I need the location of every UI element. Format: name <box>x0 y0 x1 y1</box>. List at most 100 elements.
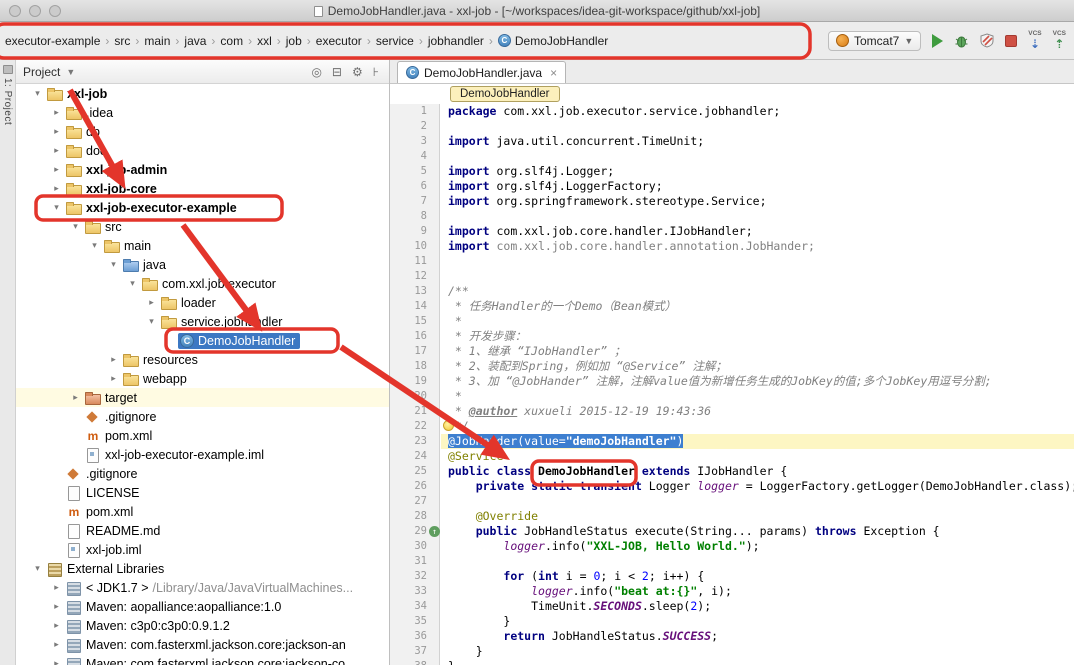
code-line[interactable]: 11 <box>390 254 1074 269</box>
tree-toggle-icon[interactable]: ▸ <box>144 297 159 308</box>
stop-button[interactable] <box>1005 35 1017 47</box>
tree-item[interactable]: LICENSE <box>16 483 389 502</box>
line-number[interactable]: 7 <box>390 194 440 209</box>
tree-toggle-icon[interactable]: ▸ <box>49 183 64 194</box>
line-number[interactable]: 33 <box>390 584 440 599</box>
tree-item[interactable]: ▸Maven: com.fasterxml.jackson.core:jacks… <box>16 654 389 665</box>
breadcrumb-item[interactable]: xxl <box>254 32 275 50</box>
code-line[interactable]: 36 return JobHandleStatus.SUCCESS; <box>390 629 1074 644</box>
tree-item[interactable]: CDemoJobHandler <box>16 331 389 350</box>
tree-item[interactable]: ▾main <box>16 236 389 255</box>
line-number[interactable]: 36 <box>390 629 440 644</box>
code-line[interactable]: 14 * 任务Handler的一个Demo（Bean模式） <box>390 299 1074 314</box>
line-number[interactable]: 21 <box>390 404 440 419</box>
tree-item[interactable]: ▸Maven: com.fasterxml.jackson.core:jacks… <box>16 635 389 654</box>
tree-item[interactable]: .gitignore <box>16 407 389 426</box>
override-gutter-icon[interactable]: ↑ <box>429 526 440 537</box>
tree-toggle-icon[interactable]: ▸ <box>49 107 64 118</box>
tree-item[interactable]: xxl-job-executor-example.iml <box>16 445 389 464</box>
collapse-all-icon[interactable]: ⊟ <box>329 65 345 79</box>
breadcrumb-item[interactable]: src <box>111 32 133 50</box>
line-number[interactable]: 29↑ <box>390 524 440 539</box>
tree-toggle-icon[interactable]: ▸ <box>49 601 64 612</box>
tree-item[interactable]: README.md <box>16 521 389 540</box>
code-line[interactable]: 7import org.springframework.stereotype.S… <box>390 194 1074 209</box>
tree-item[interactable]: ▾src <box>16 217 389 236</box>
line-number[interactable]: 19 <box>390 374 440 389</box>
code-line[interactable]: 23@JobHander(value="demoJobHandler") <box>390 434 1074 449</box>
locate-icon[interactable]: ◎ <box>308 65 324 79</box>
line-number[interactable]: 3 <box>390 134 440 149</box>
code-line[interactable]: 22 */ <box>390 419 1074 434</box>
tree-toggle-icon[interactable]: ▸ <box>49 639 64 650</box>
tree-toggle-icon[interactable]: ▾ <box>144 316 159 327</box>
line-number[interactable]: 17 <box>390 344 440 359</box>
breadcrumb-item[interactable]: CDemoJobHandler <box>495 32 611 50</box>
code-line[interactable]: 10import com.xxl.job.core.handler.annota… <box>390 239 1074 254</box>
line-number[interactable]: 6 <box>390 179 440 194</box>
line-number[interactable]: 31 <box>390 554 440 569</box>
code-line[interactable]: 29↑ public JobHandleStatus execute(Strin… <box>390 524 1074 539</box>
line-number[interactable]: 12 <box>390 269 440 284</box>
tree-item[interactable]: ▾External Libraries <box>16 559 389 578</box>
breadcrumb-item[interactable]: executor <box>313 32 365 50</box>
line-number[interactable]: 38 <box>390 659 440 665</box>
tree-item[interactable]: ▸xxl-job-core <box>16 179 389 198</box>
line-number[interactable]: 2 <box>390 119 440 134</box>
tree-item[interactable]: ▸Maven: c3p0:c3p0:0.9.1.2 <box>16 616 389 635</box>
close-icon[interactable]: × <box>550 66 557 80</box>
breadcrumb-item[interactable]: java <box>181 32 209 50</box>
line-number[interactable]: 37 <box>390 644 440 659</box>
tree-toggle-icon[interactable]: ▾ <box>87 240 102 251</box>
tree-item[interactable]: mpom.xml <box>16 426 389 445</box>
line-number[interactable]: 9 <box>390 224 440 239</box>
code-line[interactable]: 16 * 开发步骤： <box>390 329 1074 344</box>
code-line[interactable]: 12 <box>390 269 1074 284</box>
breadcrumb-item[interactable]: job <box>283 32 305 50</box>
line-number[interactable]: 1 <box>390 104 440 119</box>
code-line[interactable]: 28 @Override <box>390 509 1074 524</box>
line-number[interactable]: 13 <box>390 284 440 299</box>
line-number[interactable]: 35 <box>390 614 440 629</box>
tree-item[interactable]: ▾xxl-job-executor-example <box>16 198 389 217</box>
code-line[interactable]: 4 <box>390 149 1074 164</box>
code-line[interactable]: 2 <box>390 119 1074 134</box>
tree-item[interactable]: mpom.xml <box>16 502 389 521</box>
tree-item[interactable]: ▸< JDK1.7 > /Library/Java/JavaVirtualMac… <box>16 578 389 597</box>
tree-item[interactable]: ▸resources <box>16 350 389 369</box>
tree-item[interactable]: ▸loader <box>16 293 389 312</box>
code-line[interactable]: 26 private static transient Logger logge… <box>390 479 1074 494</box>
tree-toggle-icon[interactable]: ▸ <box>49 126 64 137</box>
tree-toggle-icon[interactable]: ▸ <box>106 354 121 365</box>
tree-item[interactable]: ▸.idea <box>16 103 389 122</box>
code-line[interactable]: 17 * 1、继承 “IJobHandler” ； <box>390 344 1074 359</box>
breadcrumb-item[interactable]: service <box>373 32 417 50</box>
code-line[interactable]: 34 TimeUnit.SECONDS.sleep(2); <box>390 599 1074 614</box>
tree-toggle-icon[interactable]: ▸ <box>49 164 64 175</box>
run-configuration-select[interactable]: Tomcat7 ▼ <box>828 31 921 51</box>
line-number[interactable]: 24 <box>390 449 440 464</box>
line-number[interactable]: 25 <box>390 464 440 479</box>
code-line[interactable]: 9import com.xxl.job.core.handler.IJobHan… <box>390 224 1074 239</box>
breadcrumb-class-tag[interactable]: DemoJobHandler <box>450 86 560 102</box>
line-number[interactable]: 4 <box>390 149 440 164</box>
tree-item[interactable]: ▾xxl-job <box>16 84 389 103</box>
code-area[interactable]: 1package com.xxl.job.executor.service.jo… <box>390 104 1074 665</box>
code-line[interactable]: 24@Service <box>390 449 1074 464</box>
tree-item[interactable]: ▸db <box>16 122 389 141</box>
tree-toggle-icon[interactable]: ▾ <box>30 563 45 574</box>
code-line[interactable]: 31 <box>390 554 1074 569</box>
line-number[interactable]: 15 <box>390 314 440 329</box>
line-number[interactable]: 16 <box>390 329 440 344</box>
line-number[interactable]: 18 <box>390 359 440 374</box>
line-number[interactable]: 22 <box>390 419 440 434</box>
code-line[interactable]: 19 * 3、加 “@JobHander” 注解，注解value值为新增任务生成… <box>390 374 1074 389</box>
code-line[interactable]: 18 * 2、装配到Spring，例如加 “@Service” 注解； <box>390 359 1074 374</box>
code-line[interactable]: 35 } <box>390 614 1074 629</box>
vcs-update-button[interactable]: VCS ⇣ <box>1028 31 1041 50</box>
breadcrumb-item[interactable]: jobhandler <box>425 32 487 50</box>
line-number[interactable]: 27 <box>390 494 440 509</box>
line-number[interactable]: 10 <box>390 239 440 254</box>
code-line[interactable]: 32 for (int i = 0; i < 2; i++) { <box>390 569 1074 584</box>
run-button[interactable] <box>932 34 943 48</box>
